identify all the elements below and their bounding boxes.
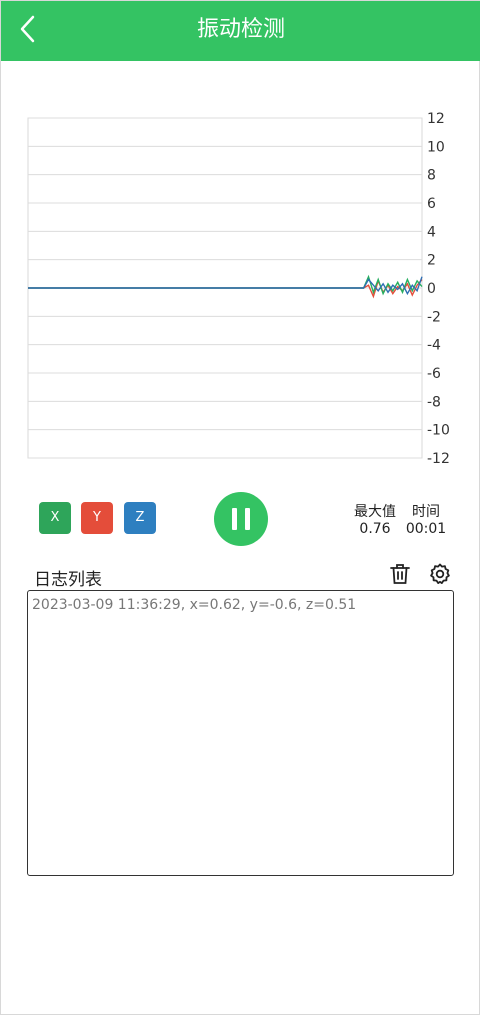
y-tick-label: -4 (427, 338, 441, 354)
series-line-3 (28, 276, 423, 296)
y-tick-label: 6 (427, 196, 436, 212)
y-tick-label: 4 (427, 224, 436, 240)
time-value: 00:01 (405, 521, 447, 537)
y-tick-label: -2 (427, 309, 441, 325)
time-label: 时间 (412, 504, 440, 520)
max-value-stat: 最大值 0.76 (351, 501, 399, 537)
page-title: 振动检测 (196, 17, 285, 42)
log-entry: 2023-03-09 11:36:29, x=0.62, y=-0.6, z=0… (32, 597, 357, 613)
y-tick-label: 10 (427, 139, 445, 155)
time-stat: 时间 00:01 (405, 501, 447, 537)
trash-icon[interactable] (388, 562, 412, 586)
header-bar: 振动检测 (1, 1, 480, 61)
axis-z-button[interactable]: Z (124, 502, 156, 534)
y-tick-label: 12 (427, 111, 445, 127)
axis-y-button[interactable]: Y (81, 502, 113, 534)
vibration-chart: 12 10 8 6 4 2 0 -2 -4 -6 -8 -10 -12 (27, 111, 450, 467)
max-value-label: 最大值 (354, 504, 396, 520)
y-tick-label: -10 (427, 423, 450, 439)
log-list-box[interactable]: 2023-03-09 11:36:29, x=0.62, y=-0.6, z=0… (27, 590, 454, 876)
y-tick-label: 8 (427, 168, 436, 184)
y-tick-label: -8 (427, 394, 441, 410)
axis-x-button[interactable]: X (39, 502, 71, 534)
app-screen: 振动检测 12 10 8 6 4 2 0 -2 -4 -6 -8 -10 -12 X Y Z 最大值 0… (0, 0, 480, 1015)
y-tick-label: -6 (427, 366, 441, 382)
series-line-2 (28, 274, 423, 296)
y-tick-label: 0 (427, 281, 436, 297)
y-tick-label: -12 (427, 451, 450, 467)
max-value: 0.76 (359, 521, 391, 537)
pause-button[interactable] (214, 492, 268, 546)
gear-icon[interactable] (428, 562, 452, 586)
y-tick-label: 2 (427, 253, 436, 269)
log-list-title: 日志列表 (34, 570, 102, 590)
